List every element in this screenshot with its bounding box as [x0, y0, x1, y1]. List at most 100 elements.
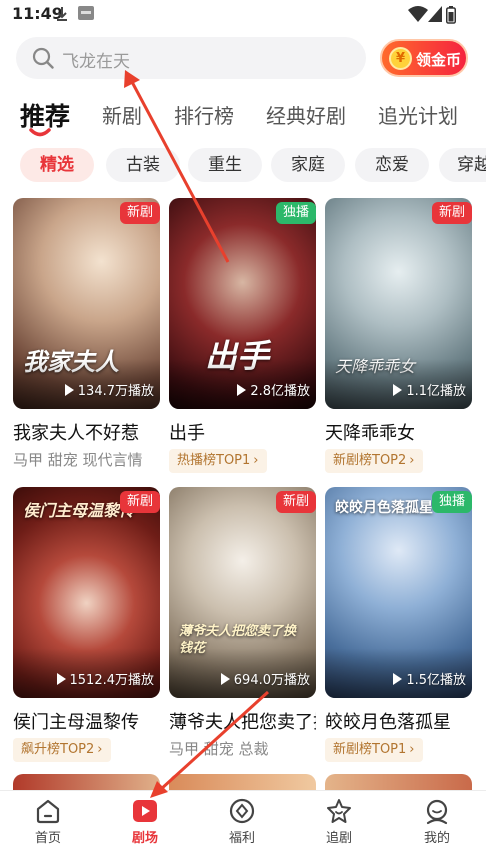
collect-coins-button[interactable]: ¥ 领金币 [380, 39, 468, 77]
chip-rebirth[interactable]: 重生 [188, 148, 262, 182]
drama-tags: 马甲 甜宠 现代言情 [13, 451, 143, 469]
play-count: 694.0万播放 [220, 669, 310, 688]
download-icon [57, 7, 67, 21]
drama-title[interactable]: 天降乖乖女 [325, 419, 472, 445]
nav-rewards[interactable]: 福利 [212, 797, 272, 846]
drama-card[interactable]: 我家夫人 新剧 134.7万播放 我家夫人不好惹 马甲 甜宠 现代言情 [13, 198, 160, 470]
rank-badge[interactable]: 热播榜TOP1 › [169, 449, 267, 473]
chip-time-travel[interactable]: 穿越 [439, 148, 486, 182]
search-placeholder[interactable]: 飞龙在天 [62, 47, 130, 72]
poster-title: 侯门主母温黎传 [23, 501, 136, 520]
nav-rewards-label: 福利 [228, 831, 255, 846]
battery-icon [446, 6, 456, 24]
play-icon [393, 673, 403, 685]
play-icon [237, 384, 247, 396]
drama-poster[interactable]: 皎皎月色落孤星 独播 1.5亿播放 [325, 487, 472, 698]
chip-costume[interactable]: 古装 [106, 148, 180, 182]
play-count-text: 1512.4万播放 [69, 673, 155, 688]
drama-tags: 马甲 甜宠 总裁 [169, 740, 269, 758]
chevron-right-icon: › [253, 453, 259, 468]
play-count-text: 134.7万播放 [77, 384, 154, 399]
play-count: 1.1亿播放 [393, 380, 466, 399]
status-badge: 独播 [431, 491, 472, 513]
rank-text: 热播榜TOP1 [177, 453, 251, 468]
play-count-text: 694.0万播放 [233, 673, 310, 688]
nav-home[interactable]: 首页 [18, 797, 78, 846]
drama-card[interactable]: 出手 独播 2.8亿播放 出手 热播榜TOP1 › [169, 198, 316, 473]
status-badge: 独播 [275, 202, 316, 224]
play-count: 2.8亿播放 [237, 380, 310, 399]
drama-poster[interactable]: 侯门主母温黎传 新剧 1512.4万播放 [13, 487, 160, 698]
wifi-icon [408, 6, 428, 22]
drama-poster[interactable]: 我家夫人 新剧 134.7万播放 [13, 198, 160, 409]
drama-title[interactable]: 薄爷夫人把您卖了换钱花 [169, 708, 316, 734]
rank-text: 新剧榜TOP2 [333, 453, 407, 468]
drama-poster[interactable]: 出手 独播 2.8亿播放 [169, 198, 316, 409]
nav-following[interactable]: 追剧 [309, 797, 369, 846]
drama-card-peek[interactable] [169, 774, 316, 790]
play-icon [393, 384, 403, 396]
nav-theater[interactable]: 剧场 [115, 797, 175, 846]
nav-profile[interactable]: 我的 [407, 797, 467, 846]
chevron-right-icon: › [409, 742, 415, 757]
tab-new-dramas[interactable]: 新剧 [102, 100, 142, 129]
tab-chasing-light[interactable]: 追光计划 [378, 100, 458, 129]
bottom-nav: 首页 剧场 福利 追剧 我的 [0, 790, 486, 864]
status-badge: 新剧 [119, 202, 160, 224]
rank-text: 新剧榜TOP1 [333, 742, 407, 757]
rank-badge[interactable]: 新剧榜TOP2 › [325, 449, 423, 473]
profile-icon [426, 799, 448, 825]
rank-badge[interactable]: 飙升榜TOP2 › [13, 738, 111, 762]
rank-text: 飙升榜TOP2 [21, 742, 95, 757]
drama-card-peek[interactable] [13, 774, 160, 790]
tab-rankings[interactable]: 排行榜 [174, 100, 234, 129]
play-count-text: 2.8亿播放 [250, 384, 310, 399]
tab-classics[interactable]: 经典好剧 [266, 100, 346, 129]
tab-active-indicator [29, 128, 51, 137]
play-icon [64, 384, 74, 396]
chevron-right-icon: › [97, 742, 103, 757]
search-bar[interactable]: 飞龙在天 [16, 37, 366, 79]
collect-coins-label: 领金币 [416, 51, 462, 69]
home-icon [36, 799, 60, 824]
drama-card[interactable]: 皎皎月色落孤星 独播 1.5亿播放 皎皎月色落孤星 新剧榜TOP1 › [325, 487, 472, 762]
poster-title: 皎皎月色落孤星 [335, 500, 433, 516]
drama-title[interactable]: 侯门主母温黎传 [13, 708, 160, 734]
play-icon [133, 800, 157, 822]
app-screen: 11:49 飞龙在天 ¥ 领金币 推荐 新剧 排行榜 经典好剧 追光计划 精选 … [0, 0, 486, 864]
drama-card[interactable]: 侯门主母温黎传 新剧 1512.4万播放 侯门主母温黎传 飙升榜TOP2 › [13, 487, 160, 762]
star-icon [327, 799, 351, 823]
nav-profile-label: 我的 [423, 831, 450, 846]
nav-home-label: 首页 [34, 831, 61, 846]
chip-romance[interactable]: 恋爱 [355, 148, 429, 182]
drama-card[interactable]: 薄爷夫人把您卖了换钱花 新剧 694.0万播放 薄爷夫人把您卖了换钱花 马甲 甜… [169, 487, 316, 759]
drama-title[interactable]: 出手 [169, 419, 316, 445]
drama-title[interactable]: 皎皎月色落孤星 [325, 708, 472, 734]
drama-poster[interactable]: 天降乖乖女 新剧 1.1亿播放 [325, 198, 472, 409]
status-bar: 11:49 [0, 0, 486, 30]
rank-badge[interactable]: 新剧榜TOP1 › [325, 738, 423, 762]
status-badge: 新剧 [431, 202, 472, 224]
signal-icon [428, 6, 442, 22]
search-icon [32, 47, 54, 69]
status-badge: 新剧 [119, 491, 160, 513]
play-count: 1512.4万播放 [56, 669, 155, 688]
drama-title[interactable]: 我家夫人不好惹 [13, 419, 160, 445]
drama-poster[interactable]: 薄爷夫人把您卖了换钱花 新剧 694.0万播放 [169, 487, 316, 698]
coin-icon: ¥ [389, 47, 412, 70]
play-icon [56, 673, 66, 685]
play-count: 134.7万播放 [64, 380, 154, 399]
chevron-right-icon: › [409, 453, 415, 468]
chip-featured[interactable]: 精选 [20, 148, 94, 182]
play-count: 1.5亿播放 [393, 669, 466, 688]
chip-family[interactable]: 家庭 [271, 148, 345, 182]
play-icon [220, 673, 230, 685]
drama-card-peek[interactable] [325, 774, 472, 790]
status-badge: 新剧 [275, 491, 316, 513]
nav-following-label: 追剧 [325, 831, 352, 846]
nav-theater-label: 剧场 [131, 831, 158, 846]
play-count-text: 1.1亿播放 [406, 384, 466, 399]
gift-icon [229, 798, 255, 824]
play-count-text: 1.5亿播放 [406, 673, 466, 688]
drama-card[interactable]: 天降乖乖女 新剧 1.1亿播放 天降乖乖女 新剧榜TOP2› [325, 198, 472, 473]
